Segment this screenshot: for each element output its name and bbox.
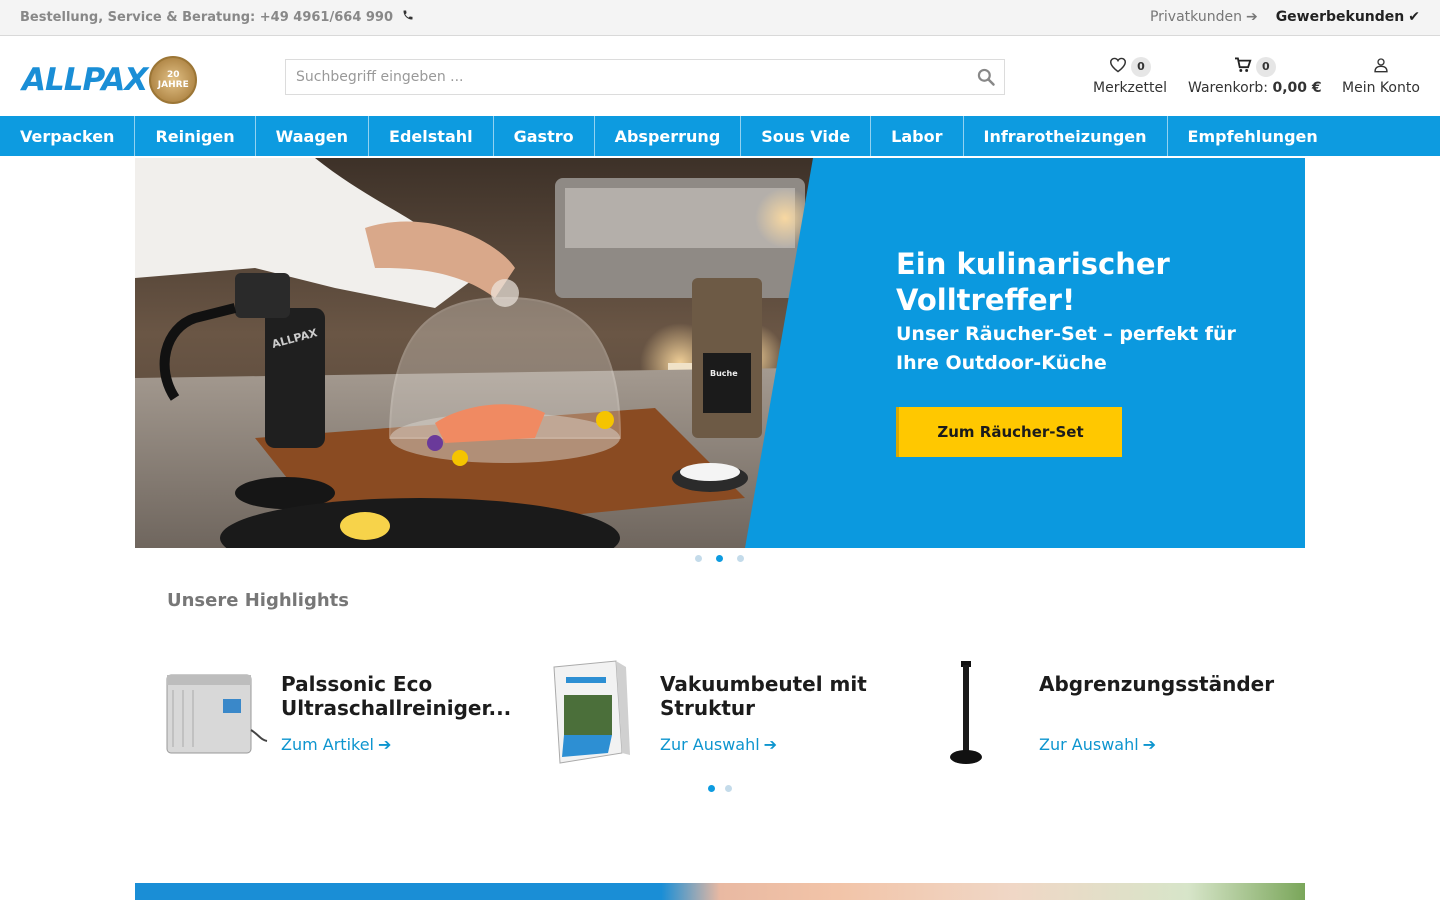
nav-item-verpacken[interactable]: Verpacken [0,116,136,156]
site-header: ALLPAX 20 JAHRE 0 Merkzettel 0 Warenkorb… [0,36,1440,116]
logo-text: ALLPAX [22,62,148,98]
cart-button[interactable]: 0 Warenkorb: 0,00 € [1188,56,1322,96]
main-navigation: Verpacken Reinigen Waagen Edelstahl Gast… [0,116,1440,156]
account-button[interactable]: Mein Konto [1342,56,1420,96]
nav-item-empfehlungen[interactable]: Empfehlungen [1168,116,1338,156]
nav-item-reinigen[interactable]: Reinigen [135,116,256,156]
highlight-link[interactable]: Zum Artikel ➔ [281,735,391,754]
next-banner[interactable] [135,883,1305,900]
private-customers-link[interactable]: Privatkunden ➔ [1150,9,1258,25]
cart-icon [1234,57,1252,77]
account-label: Mein Konto [1342,80,1420,96]
highlight-name: Abgrenzungsständer [1039,672,1275,696]
slider-dot[interactable] [725,785,732,792]
slider-dot-active[interactable] [708,785,715,792]
wishlist-label: Merkzettel [1093,80,1167,96]
top-bar: Bestellung, Service & Beratung: +49 4961… [0,0,1440,36]
heart-icon [1109,57,1127,77]
highlights-title: Unsere Highlights [167,590,349,611]
highlight-card-vacuum-bags[interactable]: Vakuumbeutel mit Struktur Zur Auswahl ➔ [538,655,898,775]
arrow-right-icon: ➔ [763,735,778,754]
service-hotline-text: Bestellung, Service & Beratung: +49 4961… [20,10,394,25]
cart-label: Warenkorb: 0,00 € [1188,80,1322,96]
nav-item-sous-vide[interactable]: Sous Vide [741,116,872,156]
nav-item-absperrung[interactable]: Absperrung [595,116,742,156]
nav-item-labor[interactable]: Labor [871,116,964,156]
nav-item-infrarotheizungen[interactable]: Infrarotheizungen [964,116,1168,156]
cart-count: 0 [1255,57,1276,77]
highlight-card-stanchion[interactable]: Abgrenzungsständer Zur Auswahl ➔ [917,655,1277,775]
hero-subline: Unser Räucher-Set – perfekt für Ihre Out… [896,323,1236,374]
search-icon[interactable] [976,67,996,87]
cart-amount: 0,00 € [1272,80,1322,96]
vacuum-bags-image [553,660,630,764]
slider-dot[interactable] [695,555,702,562]
slider-dot-active[interactable] [716,555,723,562]
search-input[interactable] [286,60,956,94]
check-icon: ✔ [1408,9,1420,25]
business-customers-link[interactable]: Gewerbekunden ✔ [1276,9,1420,25]
anniversary-badge: 20 JAHRE [149,56,198,104]
hero-slider[interactable]: ALLPAX Buche Ein kulinarischer Volltreff… [135,158,1305,548]
arrow-right-icon: ➔ [1245,9,1258,25]
hero-headline: Ein kulinarischer Volltreffer! [896,247,1170,317]
phone-icon [402,9,414,25]
service-hotline[interactable]: Bestellung, Service & Beratung: +49 4961… [20,9,414,25]
stanchion-image [950,661,982,764]
hero-slider-dots [695,555,744,562]
highlight-name: Palssonic Eco Ultraschallreiniger... [281,672,512,720]
hero-cta-button[interactable]: Zum Räucher-Set [896,407,1122,457]
search-box [285,59,1005,95]
highlight-link[interactable]: Zur Auswahl ➔ [660,735,777,754]
highlight-name: Vakuumbeutel mit Struktur [660,672,867,720]
nav-item-gastro[interactable]: Gastro [494,116,595,156]
nav-item-waagen[interactable]: Waagen [256,116,370,156]
ultrasonic-cleaner-image [166,674,268,754]
wishlist-button[interactable]: 0 Merkzettel [1093,56,1167,96]
arrow-right-icon: ➔ [1142,735,1157,754]
nav-item-edelstahl[interactable]: Edelstahl [369,116,494,156]
logo[interactable]: ALLPAX 20 JAHRE [22,56,198,104]
arrow-right-icon: ➔ [378,735,392,754]
highlight-card-ultrasonic[interactable]: Palssonic Eco Ultraschallreiniger... Zum… [159,655,519,775]
user-icon [1373,57,1389,77]
slider-dot[interactable] [737,555,744,562]
highlight-link[interactable]: Zur Auswahl ➔ [1039,735,1156,754]
wishlist-count: 0 [1131,57,1151,77]
highlights-slider-dots [708,785,732,792]
